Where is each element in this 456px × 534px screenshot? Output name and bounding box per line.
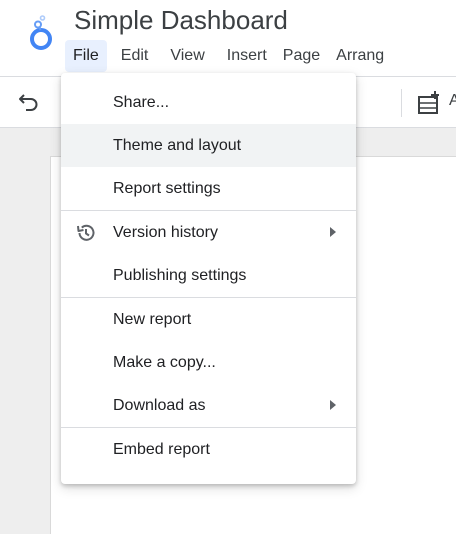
history-icon (77, 224, 95, 241)
toolbar-next-label[interactable]: A (449, 92, 456, 110)
menu-item-label: Version history (113, 223, 218, 241)
menu-item-share[interactable]: Share... (61, 81, 356, 124)
looker-studio-logo-icon[interactable] (26, 14, 56, 52)
menubar: File Edit View Insert Page Arrang (65, 40, 392, 72)
menu-item-label: Make a copy... (113, 353, 216, 371)
menu-item-label: Publishing settings (113, 266, 247, 284)
add-page-icon[interactable] (416, 90, 442, 116)
menu-arrange[interactable]: Arrang (328, 40, 392, 72)
menu-item-make-a-copy[interactable]: Make a copy... (61, 341, 356, 384)
menu-item-label: Embed report (113, 440, 210, 458)
menu-item-download-as[interactable]: Download as (61, 384, 356, 427)
app-header: Simple Dashboard File Edit View Insert P… (0, 0, 456, 76)
submenu-arrow-icon (330, 227, 336, 237)
toolbar-divider (401, 89, 402, 117)
menu-item-version-history[interactable]: Version history (61, 211, 356, 254)
menu-file[interactable]: File (65, 40, 107, 72)
menu-view[interactable]: View (162, 40, 212, 72)
menu-item-label: New report (113, 310, 192, 328)
menu-item-theme-and-layout[interactable]: Theme and layout (61, 124, 356, 167)
undo-icon[interactable] (18, 91, 40, 113)
menu-item-label: Report settings (113, 179, 221, 197)
menu-item-label: Download as (113, 396, 206, 414)
report-title[interactable]: Simple Dashboard (74, 4, 288, 36)
menu-item-publishing-settings[interactable]: Publishing settings (61, 254, 356, 297)
file-menu-dropdown: Share... Theme and layout Report setting… (61, 73, 356, 484)
menu-item-label: Theme and layout (113, 136, 242, 154)
menu-item-new-report[interactable]: New report (61, 298, 356, 341)
menu-page[interactable]: Page (275, 40, 328, 72)
submenu-arrow-icon (330, 400, 336, 410)
menu-item-report-settings[interactable]: Report settings (61, 167, 356, 210)
menu-item-embed-report[interactable]: Embed report (61, 428, 356, 471)
menu-insert[interactable]: Insert (219, 40, 275, 72)
menu-item-label: Share... (113, 93, 170, 111)
menu-edit[interactable]: Edit (113, 40, 157, 72)
